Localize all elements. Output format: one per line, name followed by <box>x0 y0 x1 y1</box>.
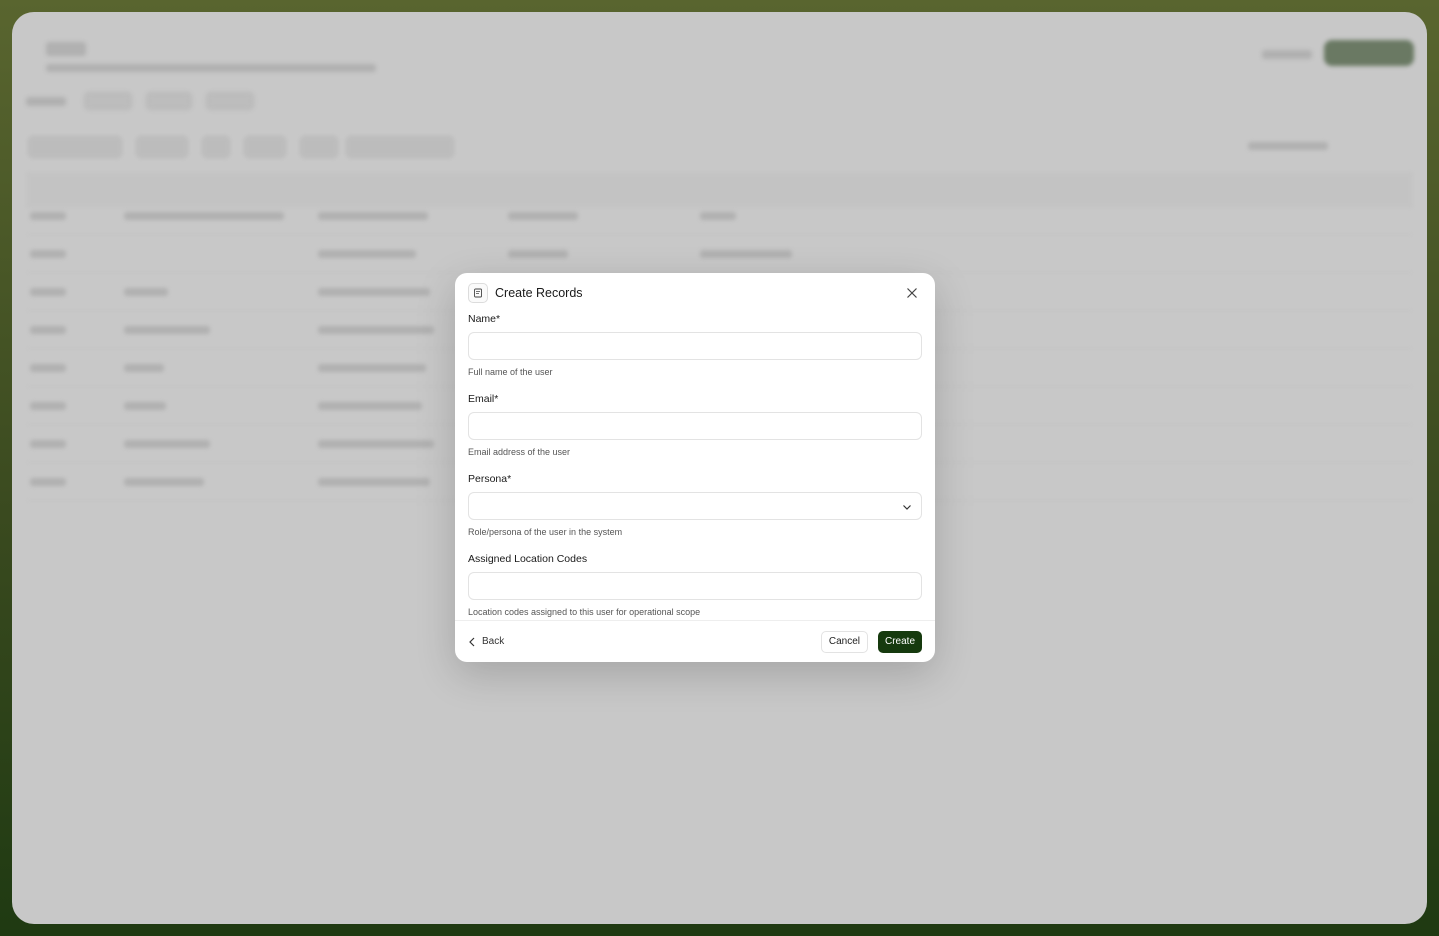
persona-help: Role/persona of the user in the system <box>468 527 623 537</box>
chevron-left-icon <box>469 637 475 646</box>
create-button[interactable]: Create <box>877 630 922 653</box>
dialog-title: Create Records <box>495 286 583 300</box>
back-label: Back <box>482 636 505 647</box>
email-input[interactable] <box>468 412 922 440</box>
name-help: Full name of the user <box>468 367 553 377</box>
chevron-down-icon <box>903 505 911 510</box>
dialog-footer: Back Cancel Create <box>455 620 935 662</box>
persona-field: Persona* Role/persona of the user in the… <box>468 472 922 538</box>
location-codes-input[interactable] <box>468 572 922 600</box>
location-codes-help: Location codes assigned to this user for… <box>468 607 701 617</box>
persona-select[interactable] <box>468 492 922 520</box>
form-icon <box>468 283 488 303</box>
name-field: Name* Full name of the user <box>468 312 922 378</box>
email-field: Email* Email address of the user <box>468 392 922 458</box>
back-button[interactable]: Back <box>468 636 504 647</box>
persona-label: Persona* <box>468 473 512 485</box>
name-input[interactable] <box>468 332 922 360</box>
dialog-header: Create Records <box>468 283 922 303</box>
email-help: Email address of the user <box>468 447 571 457</box>
location-codes-field: Assigned Location Codes Location codes a… <box>468 552 922 618</box>
close-icon[interactable] <box>902 283 922 303</box>
cancel-button[interactable]: Cancel <box>820 630 868 653</box>
dialog-body[interactable]: Name* Full name of the user Email* Email… <box>468 312 922 619</box>
location-codes-label: Assigned Location Codes <box>468 553 588 565</box>
name-label: Name* <box>468 313 501 325</box>
create-records-dialog: Create Records Name* Full name of the us… <box>455 273 935 662</box>
email-label: Email* <box>468 393 499 405</box>
